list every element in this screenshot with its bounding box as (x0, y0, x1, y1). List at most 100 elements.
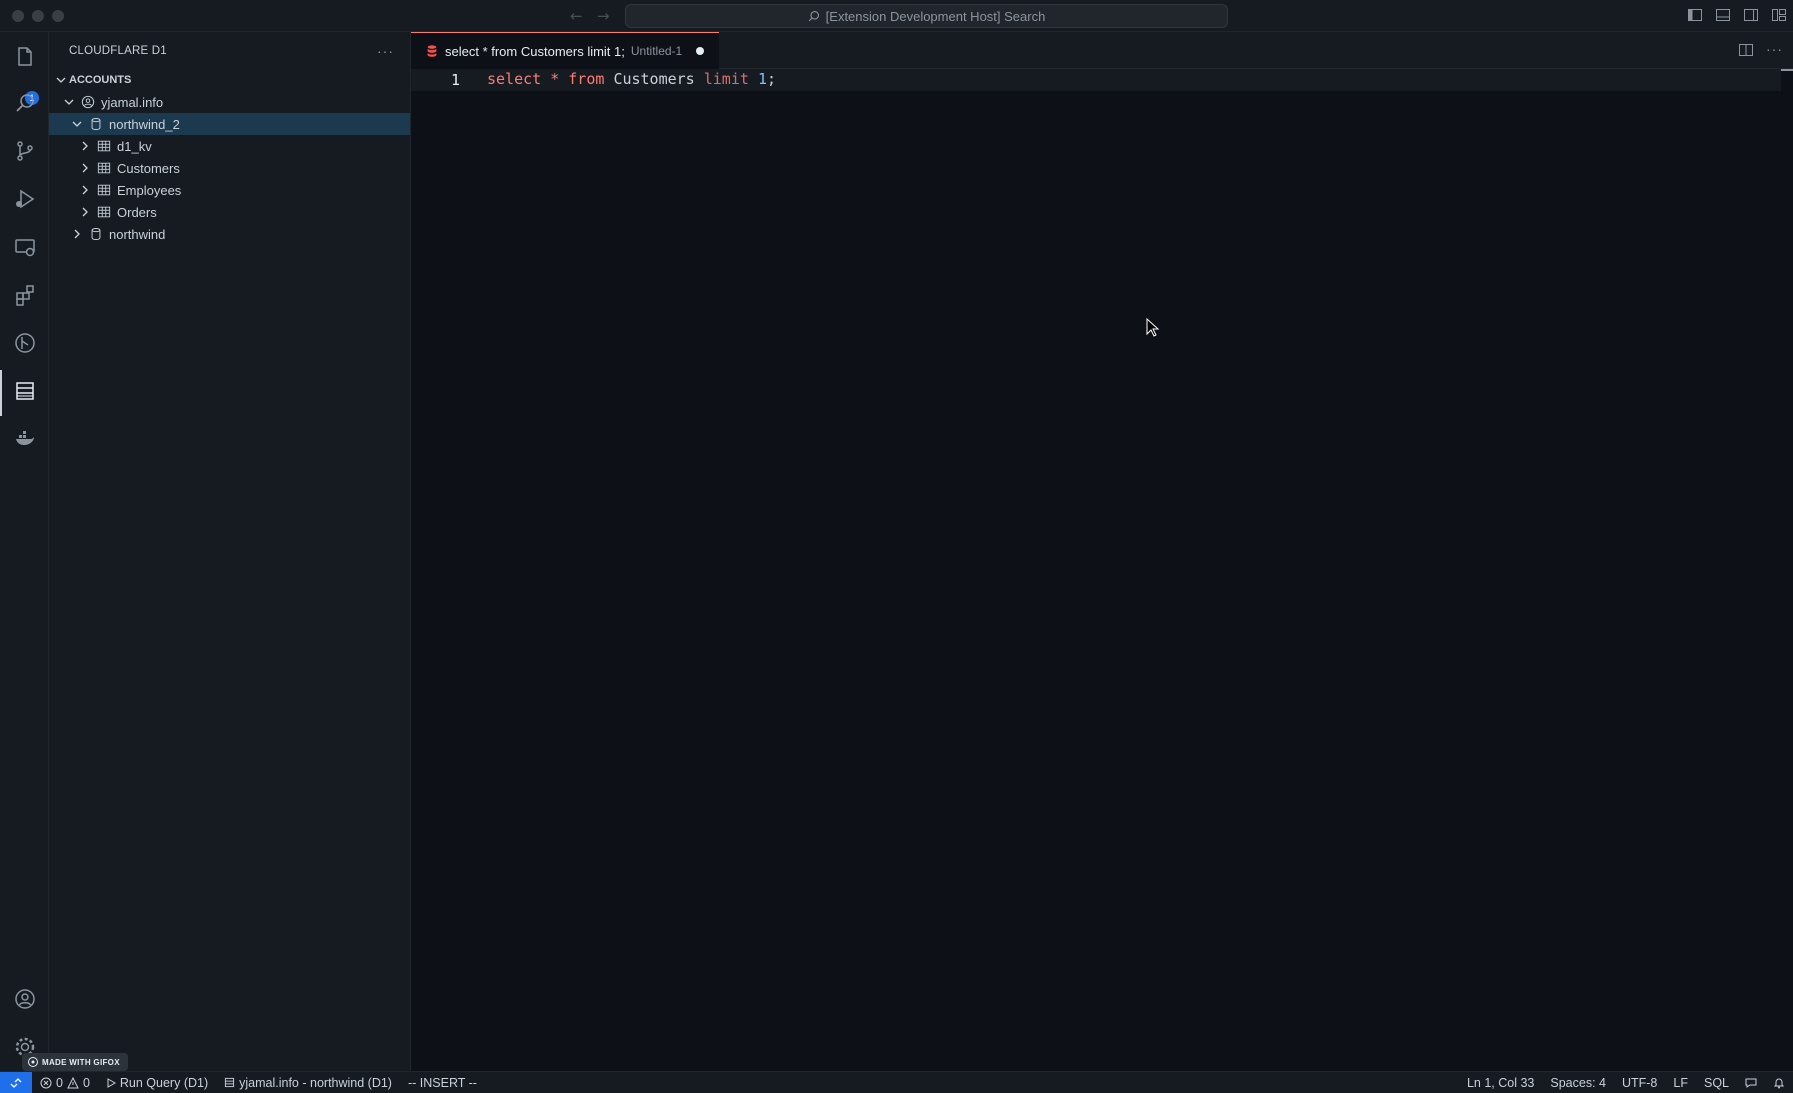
files-icon[interactable] (12, 44, 38, 70)
customize-layout-icon[interactable] (1771, 7, 1787, 23)
tree-item-database-northwind[interactable]: northwind (49, 223, 410, 245)
chevron-right-icon (77, 182, 93, 198)
table-icon (95, 138, 113, 154)
identifier-table: Customers (613, 70, 695, 88)
primary-sidebar: CLOUDFLARE D1 ··· ACCOUNTS yjamal.info n… (49, 32, 411, 1071)
unsaved-dot-icon[interactable] (696, 47, 705, 55)
run-query-button[interactable]: Run Query (D1) (98, 1076, 216, 1090)
scrollbar-marker (1781, 69, 1793, 71)
database-cylinder-icon (87, 226, 105, 242)
gifox-logo-icon (28, 1057, 38, 1067)
mouse-pointer-icon (1146, 318, 1160, 337)
indentation[interactable]: Spaces: 4 (1542, 1076, 1614, 1090)
minimize-window-button[interactable] (32, 10, 44, 22)
search-text: [Extension Development Host] Search (825, 8, 1046, 24)
chevron-down-icon (61, 94, 77, 110)
tree-item-database-northwind-2[interactable]: northwind_2 (49, 113, 410, 135)
tab-title: select * from Customers limit 1; (445, 43, 625, 59)
account-icon[interactable] (12, 986, 38, 1012)
language-mode[interactable]: SQL (1696, 1076, 1737, 1090)
split-editor-icon[interactable] (1738, 42, 1754, 61)
tree-item-account[interactable]: yjamal.info (49, 91, 410, 113)
title-bar: ← → [Extension Development Host] Search (0, 0, 1793, 32)
language-label: SQL (1703, 1075, 1729, 1090)
git-graph-icon[interactable] (12, 330, 38, 356)
encoding[interactable]: UTF-8 (1614, 1076, 1665, 1090)
chevron-right-icon (69, 226, 85, 242)
connection-label: yjamal.info - northwind (D1) (239, 1075, 392, 1090)
keyword-select: select (487, 70, 542, 88)
play-icon (107, 1077, 116, 1088)
line-number: 1 (451, 71, 461, 89)
editor-tab-bar: select * from Customers limit 1; Untitle… (411, 32, 1793, 69)
run-debug-icon[interactable] (12, 186, 38, 212)
editor-tab-untitled-1[interactable]: select * from Customers limit 1; Untitle… (411, 32, 719, 69)
forward-arrow-icon[interactable]: → (597, 7, 610, 25)
semicolon: ; (766, 70, 776, 88)
source-control-icon[interactable] (12, 138, 38, 164)
indentation-label: Spaces: 4 (1550, 1075, 1606, 1090)
editor-more-actions-icon[interactable]: ··· (1766, 42, 1783, 61)
table-icon (95, 160, 113, 176)
maximize-window-button[interactable] (52, 10, 64, 22)
remote-explorer-icon[interactable] (12, 234, 38, 260)
back-arrow-icon[interactable]: ← (570, 7, 583, 25)
remote-indicator-icon[interactable] (0, 1071, 32, 1093)
problems-indicator[interactable]: 0 0 (32, 1076, 98, 1090)
docker-icon[interactable] (12, 426, 38, 452)
keyword-limit: limit (703, 70, 749, 88)
status-bar: 0 0 Run Query (D1) yjamal.info - northwi… (0, 1071, 1793, 1093)
tree-item-table-customers[interactable]: Customers (49, 157, 410, 179)
active-indicator (0, 370, 2, 416)
command-center-search[interactable]: [Extension Development Host] Search (625, 4, 1228, 28)
keyword-from: from (568, 70, 605, 88)
tab-description: Untitled-1 (630, 44, 683, 58)
chevron-down-icon (69, 116, 85, 132)
encoding-label: UTF-8 (1621, 1075, 1658, 1090)
gifox-label: MADE WITH GIFOX (42, 1057, 120, 1067)
accounts-section-header[interactable]: ACCOUNTS (49, 69, 410, 91)
chevron-down-icon (53, 72, 69, 88)
notifications-bell-icon[interactable] (1765, 1077, 1793, 1089)
feedback-icon[interactable] (1737, 1077, 1765, 1089)
toggle-primary-sidebar-icon[interactable] (1687, 7, 1703, 23)
account-label: yjamal.info (101, 94, 164, 110)
code-editor[interactable]: 1 select * from Customers limit 1; (411, 69, 1793, 1071)
cursor-position-label: Ln 1, Col 33 (1466, 1075, 1535, 1090)
database-icon[interactable] (12, 378, 38, 404)
account-icon (79, 94, 97, 110)
database-label: northwind (109, 226, 166, 242)
warning-count: 0 (82, 1075, 90, 1090)
sidebar-title: CLOUDFLARE D1 (69, 44, 167, 57)
table-label: Employees (117, 182, 182, 198)
close-window-button[interactable] (12, 10, 24, 22)
error-count: 0 (56, 1075, 63, 1090)
search-icon[interactable] (12, 90, 38, 116)
tree-item-table-orders[interactable]: Orders (49, 201, 410, 223)
accounts-section-label: ACCOUNTS (69, 74, 132, 86)
warning-icon (67, 1076, 79, 1088)
tree-item-table-employees[interactable]: Employees (49, 179, 410, 201)
table-label: Customers (117, 160, 180, 176)
connection-indicator[interactable]: yjamal.info - northwind (D1) (216, 1076, 400, 1090)
code-line-1[interactable]: select * from Customers limit 1; (487, 70, 776, 88)
sql-file-icon (427, 45, 437, 57)
toggle-secondary-sidebar-icon[interactable] (1743, 7, 1759, 23)
toggle-panel-icon[interactable] (1715, 7, 1731, 23)
error-icon (40, 1077, 52, 1088)
extensions-icon[interactable] (12, 282, 38, 308)
chevron-right-icon (77, 138, 93, 154)
table-icon (95, 182, 113, 198)
end-of-line[interactable]: LF (1665, 1076, 1696, 1090)
chevron-right-icon (77, 204, 93, 220)
run-query-label: Run Query (D1) (119, 1075, 209, 1090)
operator-star: * (550, 70, 560, 88)
cursor-position[interactable]: Ln 1, Col 33 (1459, 1076, 1542, 1090)
sidebar-header: CLOUDFLARE D1 ··· (49, 32, 410, 69)
search-icon (808, 10, 819, 22)
chevron-right-icon (77, 160, 93, 176)
database-label: northwind_2 (109, 116, 180, 132)
more-actions-icon[interactable]: ··· (377, 43, 394, 59)
table-label: d1_kv (117, 138, 152, 154)
tree-item-table-d1-kv[interactable]: d1_kv (49, 135, 410, 157)
